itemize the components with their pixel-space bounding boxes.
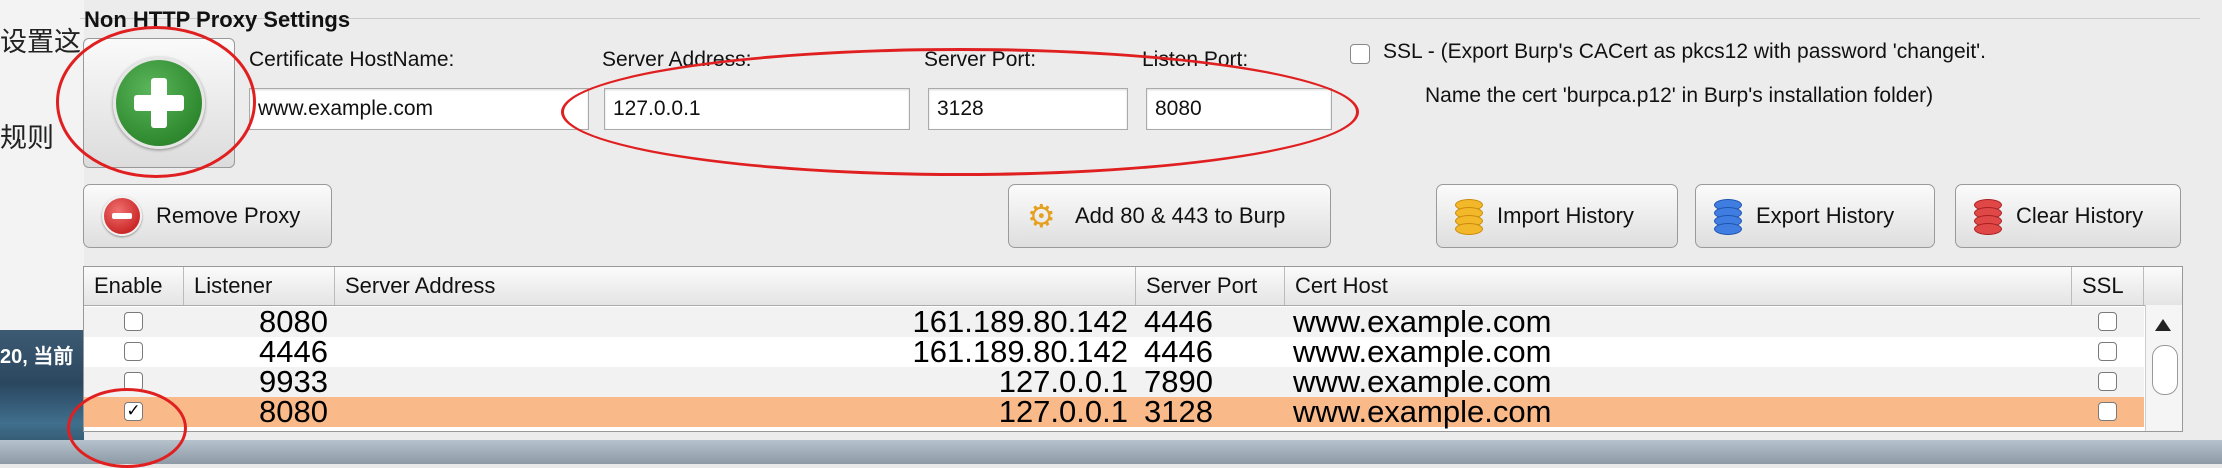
export-history-label: Export History xyxy=(1756,203,1895,228)
export-history-button[interactable]: Export History xyxy=(1695,184,1935,248)
cert-hostname-label: Certificate HostName: xyxy=(249,48,455,71)
background-photo-text: 20, 当前 xyxy=(0,346,74,368)
enable-checkbox[interactable]: ✓ xyxy=(124,402,143,421)
column-header-server-port[interactable]: Server Port xyxy=(1136,267,1285,305)
server-address-cell: 127.0.0.1 xyxy=(998,394,1128,429)
column-header-server-address[interactable]: Server Address xyxy=(335,267,1136,305)
table-header: Enable Listener Server Address Server Po… xyxy=(84,267,2182,306)
ssl-checkbox-cell[interactable] xyxy=(2098,402,2117,421)
remove-proxy-button[interactable]: Remove Proxy xyxy=(83,184,332,248)
add-80-443-button[interactable]: ⚙ Add 80 & 443 to Burp xyxy=(1008,184,1331,248)
table-scrollbar[interactable] xyxy=(2145,305,2182,431)
server-port-input[interactable]: 3128 xyxy=(928,88,1128,130)
minus-circle-icon xyxy=(102,196,142,236)
table-row[interactable]: ✓ 8080 127.0.0.1 3128 www.example.com xyxy=(84,394,2144,429)
server-address-input[interactable]: 127.0.0.1 xyxy=(604,88,910,130)
import-history-button[interactable]: Import History xyxy=(1436,184,1678,248)
column-header-ssl[interactable]: SSL xyxy=(2072,267,2144,305)
server-address-cell: 161.189.80.142 xyxy=(912,304,1129,339)
cert-host-cell: www.example.com xyxy=(1293,394,1552,429)
scroll-up-icon[interactable] xyxy=(2155,319,2171,331)
add-80-443-label: Add 80 & 443 to Burp xyxy=(1075,203,1286,228)
listener-cell: 4446 xyxy=(259,334,328,369)
enable-checkbox[interactable] xyxy=(124,372,143,391)
listen-port-label: Listen Port: xyxy=(1142,48,1249,71)
cert-host-cell: www.example.com xyxy=(1293,334,1552,369)
background-text-1: 设置这 xyxy=(0,27,81,57)
listener-cell: 9933 xyxy=(259,364,328,399)
database-yellow-icon xyxy=(1455,199,1483,235)
cert-hostname-input[interactable]: www.example.com xyxy=(249,88,589,130)
server-address-cell: 127.0.0.1 xyxy=(998,364,1128,399)
table-row[interactable]: 8080 161.189.80.142 4446 www.example.com xyxy=(84,304,2144,339)
server-port-cell: 4446 xyxy=(1144,304,1213,339)
enable-checkbox[interactable] xyxy=(124,312,143,331)
ssl-description-line-2: Name the cert 'burpca.p12' in Burp's ins… xyxy=(1425,84,1934,107)
clear-history-label: Clear History xyxy=(2016,203,2144,228)
listener-cell: 8080 xyxy=(259,304,328,339)
proxy-table: Enable Listener Server Address Server Po… xyxy=(83,266,2183,432)
listen-port-input[interactable]: 8080 xyxy=(1146,88,1332,130)
cert-host-cell: www.example.com xyxy=(1293,304,1552,339)
remove-proxy-label: Remove Proxy xyxy=(156,203,301,228)
column-header-enable[interactable]: Enable xyxy=(84,267,184,305)
table-row[interactable]: 9933 127.0.0.1 7890 www.example.com xyxy=(84,364,2144,399)
ssl-checkbox-cell[interactable] xyxy=(2098,372,2117,391)
panel-title: Non HTTP Proxy Settings xyxy=(84,7,351,32)
database-blue-icon xyxy=(1714,199,1742,235)
plus-circle-icon xyxy=(113,57,205,149)
server-port-cell: 7890 xyxy=(1144,364,1213,399)
ssl-checkbox-cell[interactable] xyxy=(2098,312,2117,331)
server-port-cell: 4446 xyxy=(1144,334,1213,369)
table-row[interactable]: 4446 161.189.80.142 4446 www.example.com xyxy=(84,334,2144,369)
add-proxy-button[interactable] xyxy=(83,38,235,168)
ssl-checkbox[interactable] xyxy=(1350,44,1370,64)
enable-checkbox[interactable] xyxy=(124,342,143,361)
gears-icon: ⚙ xyxy=(1027,198,1056,234)
import-history-label: Import History xyxy=(1497,203,1634,228)
server-port-cell: 3128 xyxy=(1144,394,1213,429)
background-text-2: 规则 xyxy=(0,123,54,153)
server-address-cell: 161.189.80.142 xyxy=(912,334,1129,369)
column-header-listener[interactable]: Listener xyxy=(184,267,335,305)
scroll-thumb[interactable] xyxy=(2152,345,2178,395)
ssl-description-line-1: SSL - (Export Burp's CACert as pkcs12 wi… xyxy=(1383,40,1987,63)
clear-history-button[interactable]: Clear History xyxy=(1955,184,2181,248)
group-border xyxy=(80,18,2200,19)
cert-host-cell: www.example.com xyxy=(1293,364,1552,399)
background-app: 设置这 规则 20, 当前 xyxy=(0,0,84,464)
ssl-checkbox-cell[interactable] xyxy=(2098,342,2117,361)
server-address-label: Server Address: xyxy=(602,48,752,71)
column-header-cert-host[interactable]: Cert Host xyxy=(1285,267,2072,305)
database-red-icon xyxy=(1974,199,2002,235)
dock-bar xyxy=(0,440,2222,464)
server-port-label: Server Port: xyxy=(924,48,1037,71)
listener-cell: 8080 xyxy=(259,394,328,429)
